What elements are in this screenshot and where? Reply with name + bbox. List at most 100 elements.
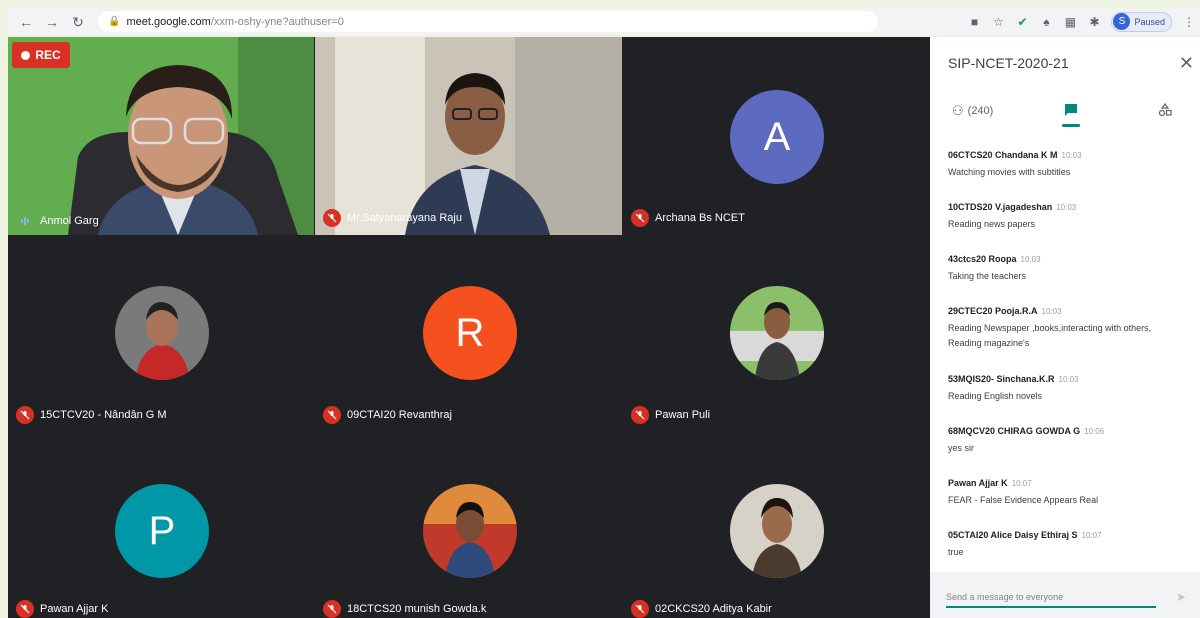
chat-message: 06CTCS20 Chandana K M 10:03 Watching movi… [948, 145, 1193, 180]
tab-activities[interactable] [1158, 95, 1172, 127]
participant-name: Pawan Ajjar K [40, 603, 109, 615]
chat-message: 10CTDS20 V.jagadeshan 10:03 Reading news … [948, 197, 1193, 232]
participant-tile[interactable]: R 09CTAI20 Revanthraj [315, 236, 622, 432]
panel-tabs: ⚇ (240) [930, 95, 1200, 127]
participant-name-tag: 02CKCS20 Aditya Kabir [631, 600, 772, 618]
message-sender: 06CTCS20 Chandana K M [948, 150, 1058, 160]
mic-off-icon [16, 406, 34, 424]
participant-tile[interactable]: 02CKCS20 Aditya Kabir [623, 433, 930, 618]
message-sender: 53MQIS20- Sinchana.K.R [948, 374, 1055, 384]
message-time: 10:03 [1061, 151, 1082, 160]
participant-name-tag: 09CTAI20 Revanthraj [323, 406, 452, 424]
cast-icon[interactable]: ■ [967, 15, 981, 29]
address-bar[interactable]: 🔒 meet.google.com /xxm-oshy-yne?authuser… [98, 11, 878, 32]
message-text: Taking the teachers [948, 271, 1027, 281]
participant-tile[interactable]: P Pawan Ajjar K [8, 433, 314, 618]
participant-name-tag: 15CTCV20 - Nândân G M [16, 406, 167, 424]
video-grid: REC Anmol Garg Mr.Satyanarayana Raju A A… [8, 37, 930, 618]
meeting-title: SIP-NCET-2020-21 [948, 55, 1069, 71]
speaking-indicator-icon [16, 217, 34, 225]
message-text: Reading English novels [948, 391, 1043, 401]
participant-video [315, 37, 622, 235]
grid-extension-icon[interactable]: ▦ [1063, 15, 1077, 29]
mic-off-icon [323, 406, 341, 424]
participant-name-tag: Anmol Garg [16, 215, 99, 227]
participant-avatar [423, 484, 517, 578]
chat-message: 43ctcs20 Roopa 10:03 Taking the teachers [948, 249, 1193, 284]
menu-dots-icon[interactable]: ⋮ [1182, 15, 1196, 29]
mic-off-icon [631, 600, 649, 618]
chat-message: Pawan Ajjar K 10:07 FEAR - False Evidence… [948, 473, 1193, 508]
message-text: Watching movies with subtitles [948, 167, 1071, 177]
participant-avatar: R [423, 286, 517, 380]
people-icon: ⚇ [952, 103, 964, 118]
mic-off-icon [323, 600, 341, 618]
participant-avatar [730, 286, 824, 380]
participant-tile[interactable]: Pawan Puli [623, 236, 930, 432]
chat-composer: Send a message to everyone ➤ [930, 572, 1200, 618]
reload-icon[interactable]: ↻ [66, 10, 90, 34]
back-icon[interactable]: ← [14, 10, 38, 34]
message-text: Reading news papers [948, 219, 1036, 229]
bookmark-star-icon[interactable]: ☆ [991, 15, 1005, 29]
participant-name: 15CTCV20 - Nândân G M [40, 409, 167, 421]
close-icon[interactable]: ✕ [1179, 53, 1194, 74]
message-time: 10:03 [1020, 255, 1041, 264]
participant-name: Anmol Garg [40, 215, 99, 227]
active-tab-indicator [1062, 124, 1080, 127]
profile-avatar: S [1113, 13, 1131, 30]
lock-icon: 🔒 [108, 16, 121, 27]
participant-tile[interactable]: REC Anmol Garg [8, 37, 314, 235]
profile-status: Paused [1134, 16, 1165, 27]
mic-off-icon [631, 209, 649, 227]
screen: ← → ↻ 🔒 meet.google.com /xxm-oshy-yne?au… [0, 0, 1200, 618]
participant-avatar [730, 484, 824, 578]
message-text: yes sir [948, 443, 975, 453]
message-text: Reading Newspaper ,books,interacting wit… [948, 323, 1152, 333]
chat-icon [1064, 103, 1078, 120]
message-sender: 10CTDS20 V.jagadeshan [948, 202, 1053, 212]
chat-message: 29CTEC20 Pooja.R.A 10:03 Reading Newspape… [948, 301, 1193, 351]
chat-message: 68MQCV20 CHIRAG GOWDA G 10:06 yes sir [948, 421, 1193, 456]
message-time: 10:03 [1058, 375, 1079, 384]
participant-tile[interactable]: Mr.Satyanarayana Raju [315, 37, 622, 235]
message-sender: 05CTAI20 Alice Daisy Ethiraj S [948, 530, 1078, 540]
participant-avatar [115, 286, 209, 380]
mic-off-icon [16, 600, 34, 618]
message-sender: 68MQCV20 CHIRAG GOWDA G [948, 426, 1081, 436]
participant-tile[interactable]: 18CTCS20 munish Gowda.k [315, 433, 622, 618]
participant-avatar: A [730, 90, 824, 184]
message-time: 10:07 [1011, 479, 1032, 488]
extension-check-icon[interactable]: ✔ [1015, 15, 1029, 29]
people-count: (240) [967, 105, 994, 117]
message-text: true [948, 547, 964, 557]
chat-message: 53MQIS20- Sinchana.K.R 10:03 Reading Engl… [948, 369, 1193, 404]
shapes-icon [1158, 102, 1172, 120]
participant-tile[interactable]: A Archana Bs NCET [623, 37, 930, 235]
participant-name-tag: 18CTCS20 munish Gowda.k [323, 600, 486, 618]
participant-name-tag: Mr.Satyanarayana Raju [323, 209, 462, 227]
participant-name-tag: Archana Bs NCET [631, 209, 745, 227]
forward-icon[interactable]: → [40, 10, 64, 34]
participant-name: 18CTCS20 munish Gowda.k [347, 603, 487, 615]
chat-input[interactable]: Send a message to everyone [946, 586, 1156, 608]
url-path: /xxm-oshy-yne?authuser=0 [210, 15, 344, 28]
profile-button[interactable]: S Paused [1111, 11, 1172, 32]
participant-name: 02CKCS20 Aditya Kabir [655, 603, 772, 615]
tab-chat[interactable] [1062, 95, 1080, 127]
message-sender: 29CTEC20 Pooja.R.A [948, 306, 1038, 316]
message-text: FEAR - False Evidence Appears Real [948, 495, 1099, 505]
puzzle-icon[interactable]: ✱ [1087, 15, 1101, 29]
message-time: 10:06 [1084, 427, 1105, 436]
record-dot-icon [21, 50, 31, 60]
send-icon[interactable]: ➤ [1176, 590, 1186, 604]
tab-people[interactable]: ⚇ (240) [952, 95, 993, 127]
participant-tile[interactable]: 15CTCV20 - Nândân G M [8, 236, 314, 432]
extension-icon[interactable]: ♠ [1039, 15, 1053, 29]
mic-off-icon [323, 209, 341, 227]
url-host: meet.google.com [126, 15, 211, 28]
message-time: 10:07 [1081, 531, 1102, 540]
recording-badge: REC [12, 42, 70, 68]
message-time: 10:03 [1041, 307, 1062, 316]
toolbar-actions: ■ ☆ ✔ ♠ ▦ ✱ S Paused ⋮ [967, 10, 1196, 33]
